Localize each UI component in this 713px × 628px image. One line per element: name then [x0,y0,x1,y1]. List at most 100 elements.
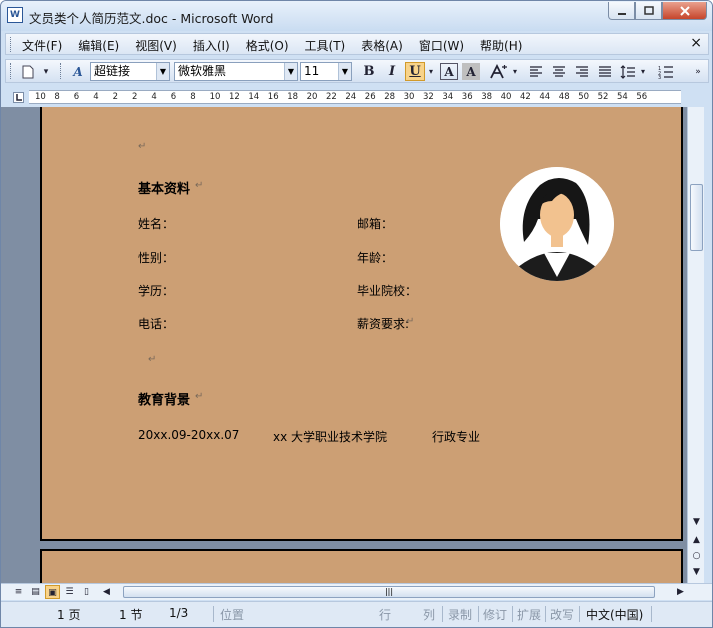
toolbar-overflow-button[interactable]: » [692,62,704,81]
formatting-toolbar: ▾ A 超链接 ▼ 微软雅黑 ▼ 11 ▼ B I U ▾ A A ▾ ▾ 1 … [5,59,709,83]
ruler-tick-label: 4 [151,92,157,102]
align-right-button[interactable] [572,62,592,81]
school-label: 毕业院校： [357,284,418,298]
horizontal-ruler[interactable]: 10 8 6 4 2 2 4 6 8 10 12 14 16 18 20 22 24 26 28 30 32 34 36 38… [29,90,681,104]
tab-selector[interactable] [13,92,24,103]
print-layout-icon[interactable]: ▣ [45,585,60,599]
align-center-button[interactable] [549,62,569,81]
status-extend[interactable]: 扩展 [517,606,541,623]
menu-bar: 文件(F) 编辑(E) 视图(V) 插入(I) 格式(O) 工具(T) 表格(A… [5,33,709,55]
horizontal-scroll-row: ≡ ▤ ▣ ☰ ▯ ◀ ||| ▶ [1,583,712,600]
ruler-tick-label: 34 [442,92,454,102]
justify-button[interactable] [595,62,615,81]
status-overtype[interactable]: 改写 [550,606,574,623]
menu-file[interactable]: 文件(F) [22,37,62,54]
horizontal-scroll-thumb[interactable]: ||| [123,586,655,598]
ruler-tick-label: 54 [617,92,628,102]
ruler-tick-label: 22 [326,92,337,102]
paragraph-mark: ↵ [195,180,204,191]
ruler-tick-label: 2 [132,92,138,102]
character-border-button[interactable]: A [440,63,458,80]
paragraph-mark: ↵ [406,316,415,327]
reading-view-icon[interactable]: ▯ [79,585,94,599]
menu-help[interactable]: 帮助(H) [480,37,522,54]
ruler-tick-label: 28 [384,92,396,102]
font-combo[interactable]: 微软雅黑 ▼ [174,62,298,81]
minimize-button[interactable] [608,2,635,20]
menu-format[interactable]: 格式(O) [246,37,289,54]
align-left-button[interactable] [526,62,546,81]
line-spacing-options-button[interactable]: ▾ [638,62,648,81]
font-size-combo[interactable]: 11 ▼ [300,62,352,81]
numbering-icon: 123 [658,66,673,79]
char-scaling-icon [490,63,507,78]
status-track-changes[interactable]: 修订 [483,606,507,623]
avatar[interactable] [500,167,614,281]
status-divider [651,606,652,622]
ruler-tick-label: 40 [500,92,512,102]
ruler-tick-label: 4 [93,92,99,102]
document-close-button[interactable]: × [690,35,702,51]
window-controls [608,2,707,20]
outline-view-icon[interactable]: ☰ [62,585,77,599]
menu-window[interactable]: 窗口(W) [419,37,464,54]
scroll-left-icon[interactable]: ◀ [99,585,114,599]
page-2[interactable] [40,549,683,583]
ruler-tick-label: 24 [345,92,357,102]
underline-button[interactable]: U [405,62,425,81]
status-record[interactable]: 录制 [448,606,472,623]
menu-insert[interactable]: 插入(I) [193,37,230,54]
styles-pane-button[interactable]: A [68,62,88,81]
status-language[interactable]: 中文(中国) [586,606,643,623]
ruler-tick-label: 30 [403,92,415,102]
vertical-scrollbar[interactable]: ▼ ▲ ○ ▼ [687,107,704,583]
menu-view[interactable]: 视图(V) [135,37,177,54]
normal-view-icon[interactable]: ≡ [11,585,26,599]
bold-button[interactable]: B [359,62,379,81]
character-shading-button[interactable]: A [462,63,480,80]
line-spacing-icon [620,64,635,79]
close-icon [679,5,690,16]
maximize-icon [643,5,654,15]
toolbar-grip[interactable] [10,63,13,79]
ruler-tick-label: 56 [636,92,648,102]
next-page-button[interactable]: ▼ [691,567,702,577]
page-1[interactable]: ↵ 基本资料 ↵ 姓名： 邮箱： 性别： 年龄： 学历： 毕业院校： 电话： 薪… [40,107,683,541]
ruler-tick-label: 6 [170,92,177,102]
char-scaling-button[interactable] [486,62,510,81]
line-spacing-button[interactable] [618,62,638,81]
ruler-tick-label: 26 [364,92,376,102]
ruler-tick-label: 44 [539,92,551,102]
ruler-tick-label: 8 [54,92,60,102]
menu-table[interactable]: 表格(A) [361,37,403,54]
word-app-icon[interactable]: W [7,7,23,23]
char-scaling-options-button[interactable]: ▾ [510,62,520,81]
ruler-tick-label: 10 [35,92,46,102]
underline-options-button[interactable]: ▾ [426,62,436,81]
toolbar-grip-2[interactable] [60,63,63,79]
status-divider [442,606,443,622]
select-browse-object-button[interactable]: ○ [691,551,702,561]
status-divider [478,606,479,622]
align-left-icon [530,65,542,77]
menu-edit[interactable]: 编辑(E) [78,37,119,54]
italic-button[interactable]: I [382,62,402,81]
toolbar-options-button[interactable]: ▾ [40,62,52,81]
menu-grip[interactable] [10,37,13,52]
scroll-right-icon[interactable]: ▶ [673,585,688,599]
maximize-button[interactable] [635,2,662,20]
web-view-icon[interactable]: ▤ [28,585,43,599]
status-divider [512,606,513,622]
education-label: 学历： [138,284,175,298]
menu-tools[interactable]: 工具(T) [305,37,346,54]
previous-page-button[interactable]: ▲ [691,535,702,545]
numbering-button[interactable]: 123 [656,62,676,81]
ruler-tick-label: 18 [287,92,299,102]
close-button[interactable] [662,2,707,20]
vertical-scroll-thumb[interactable] [690,184,703,251]
style-combo[interactable]: 超链接 ▼ [90,62,170,81]
ruler-tick-label: 8 [190,92,196,102]
document-area: ↵ 基本资料 ↵ 姓名： 邮箱： 性别： 年龄： 学历： 毕业院校： 电话： 薪… [1,107,687,583]
scroll-down-arrow-icon[interactable]: ▼ [691,517,702,527]
new-document-button[interactable] [18,62,38,81]
